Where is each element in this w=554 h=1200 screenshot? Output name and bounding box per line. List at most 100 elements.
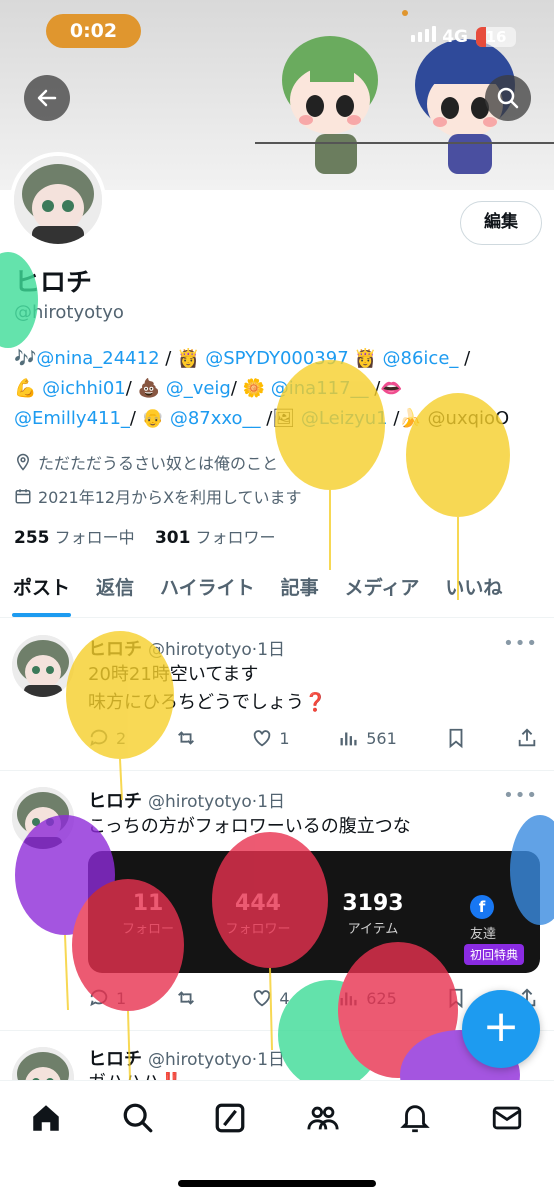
post-text-line: 20時21時空いてます <box>88 664 259 685</box>
avatar-illustration <box>12 787 74 849</box>
bio-line-1: 🎶@nina_24412 / 👸 @SPYDY000397 👸 @86ice_ … <box>14 348 470 369</box>
post-text: 20時21時空いてます 味方にひろちどうでしょう❓ <box>88 661 326 717</box>
bio-mention[interactable]: @Emilly411_ <box>14 408 130 429</box>
search-icon <box>497 87 519 109</box>
card-stat: 11 フォロー <box>118 891 178 937</box>
card-stat: 3193 アイテム <box>333 891 413 937</box>
followers-link[interactable]: 301 フォロワー <box>155 528 276 548</box>
bio-text: 💪 <box>14 378 43 399</box>
location-pin-icon <box>16 453 30 471</box>
bio-mention[interactable]: @86ice_ <box>383 348 459 369</box>
home-indicator <box>178 1180 376 1187</box>
share-icon <box>518 728 536 747</box>
analytics-icon <box>340 992 357 1006</box>
following-count: 255 <box>14 528 50 548</box>
compose-post-button[interactable]: + <box>462 990 540 1068</box>
bio-mention[interactable]: @ina117__ <box>271 378 369 399</box>
bookmark-button[interactable] <box>445 727 467 749</box>
reply-icon <box>90 989 108 1007</box>
tab-replies[interactable]: 返信 <box>83 560 147 617</box>
more-options-icon[interactable]: ••• <box>503 633 538 654</box>
bio-text: / 💩 <box>125 378 166 399</box>
retweet-icon <box>177 991 194 1005</box>
location-text: ただただうるさい奴とは俺のこと <box>38 454 279 473</box>
bio-text: / 🌼 <box>230 378 271 399</box>
tab-posts[interactable]: ポスト <box>0 560 83 617</box>
card-stat-number: 3193 <box>342 891 404 916</box>
retweet-button[interactable] <box>175 727 203 749</box>
back-button[interactable] <box>24 75 70 121</box>
tab-media[interactable]: メディア <box>332 560 433 617</box>
network-label: 4G <box>442 27 468 47</box>
bio-text: 🎶 <box>14 348 37 369</box>
bio-text: /🍌 @uxqioO <box>387 408 510 429</box>
arrow-left-icon <box>37 89 57 107</box>
reply-count: 2 <box>116 728 127 748</box>
card-stat-label: フォロー <box>121 922 174 937</box>
bio-mention[interactable]: @SPYDY000397 <box>205 348 348 369</box>
bio-line-3: @Emilly411_/ 👴 @87xxo__ /🖼 @Leizyu1 /🍌 @… <box>14 408 509 429</box>
bell-icon[interactable] <box>398 1101 432 1135</box>
location-row: ただただうるさい奴とは俺のこと <box>14 450 278 474</box>
post-media-card[interactable]: 11 フォロー 444 フォロワー 3193 アイテム f 友達 初回特典 <box>88 851 540 973</box>
tab-likes[interactable]: いいね <box>432 560 515 617</box>
user-handle: @hirotyotyo <box>14 302 124 323</box>
bio-text: /🖼 <box>260 408 301 429</box>
promo-badge: 初回特典 <box>463 944 524 965</box>
edit-profile-button[interactable]: 編集 <box>460 201 542 245</box>
post-time: 1日 <box>257 1050 286 1070</box>
communities-icon[interactable] <box>306 1101 340 1135</box>
following-link[interactable]: 255 フォロー中 <box>14 528 135 548</box>
profile-avatar[interactable] <box>10 152 106 248</box>
bio-mention[interactable]: @_veig <box>166 378 231 399</box>
bio-mention[interactable]: @87xxo__ <box>170 408 261 429</box>
reply-button[interactable]: 2 <box>88 727 126 749</box>
bio-mention[interactable]: @nina_24412 <box>36 348 159 369</box>
explore-search-icon[interactable] <box>121 1101 155 1135</box>
search-button[interactable] <box>485 75 531 121</box>
share-button[interactable] <box>516 727 538 749</box>
display-name: ヒロチ <box>14 268 93 298</box>
views-button[interactable]: 561 <box>338 727 397 749</box>
like-count: 1 <box>279 728 290 748</box>
analytics-icon <box>340 732 357 746</box>
like-button[interactable]: 4 <box>251 987 290 1009</box>
reply-icon <box>90 729 108 747</box>
avatar-illustration <box>12 635 74 697</box>
bookmark-button[interactable] <box>445 987 467 1009</box>
post-avatar[interactable] <box>12 787 74 849</box>
more-options-icon[interactable]: ••• <box>503 785 538 806</box>
post-author: ヒロチ <box>88 791 142 812</box>
home-icon[interactable] <box>29 1101 63 1135</box>
post-time: 1日 <box>257 640 286 660</box>
bio-mention[interactable]: @ichhi01 <box>42 378 126 399</box>
bookmark-icon <box>449 728 463 749</box>
post-handle: @hirotyotyo <box>148 792 252 812</box>
bio-text: 👸 <box>348 348 383 369</box>
reply-button[interactable]: 1 <box>88 987 126 1009</box>
battery-icon: 16 <box>476 27 516 47</box>
tab-articles[interactable]: 記事 <box>268 560 332 617</box>
retweet-button[interactable] <box>175 987 203 1009</box>
card-stat: 444 フォロワー <box>218 891 298 937</box>
signal-icon <box>411 26 436 42</box>
views-button[interactable]: 625 <box>338 987 397 1009</box>
post-text-line: こっちの方がフォロワーいるの腹立つな <box>88 816 411 837</box>
facebook-icon: f <box>470 895 494 919</box>
like-button[interactable]: 1 <box>251 727 290 749</box>
mail-icon[interactable] <box>490 1101 524 1135</box>
post-handle: @hirotyotyo <box>148 1050 252 1070</box>
card-stat-number: 444 <box>235 891 281 916</box>
bio-mention[interactable]: @Leizyu1 <box>301 408 388 429</box>
tab-highlights[interactable]: ハイライト <box>147 560 268 617</box>
follow-stats: 255 フォロー中 301 フォロワー <box>14 524 276 548</box>
post-handle: @hirotyotyo <box>148 640 252 660</box>
joined-text: 2021年12月からXを利用しています <box>38 488 302 507</box>
grok-icon[interactable] <box>213 1101 247 1135</box>
post-item[interactable]: ヒロチ @hirotyotyo·1日 ••• 20時21時空いてます 味方にひろち… <box>0 619 554 771</box>
post-author: ヒロチ <box>88 639 142 660</box>
post-header: ヒロチ @hirotyotyo·1日 <box>88 791 286 812</box>
status-time: 0:02 <box>46 14 141 48</box>
reply-count: 1 <box>116 988 127 1008</box>
post-avatar[interactable] <box>12 635 74 697</box>
